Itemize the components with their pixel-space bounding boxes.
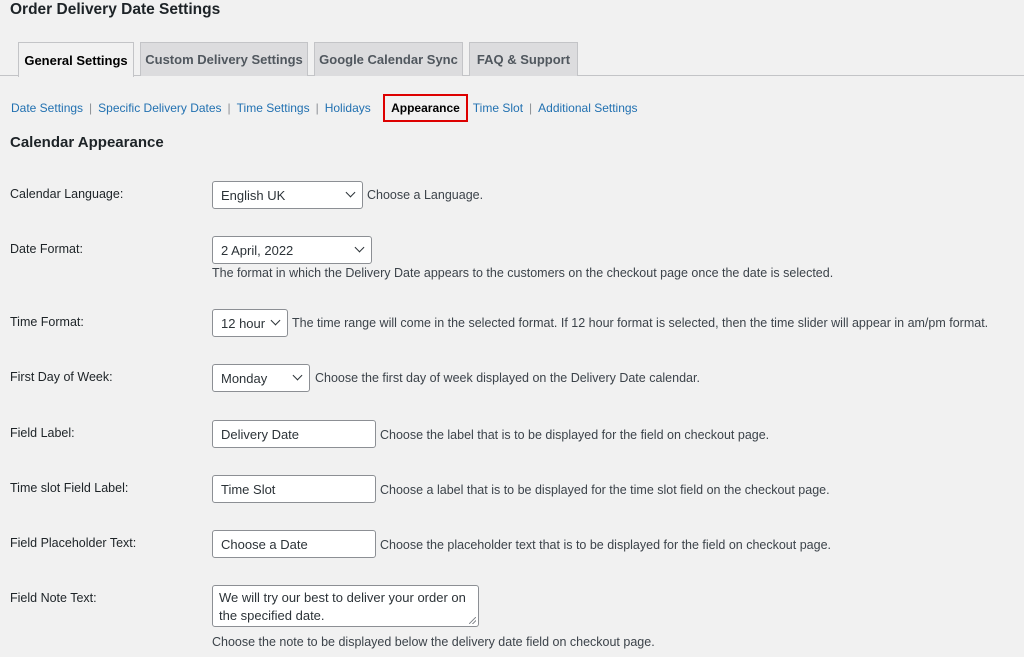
placeholder-label: Field Placeholder Text: bbox=[10, 536, 137, 550]
time-slot-label-label: Time slot Field Label: bbox=[10, 481, 129, 495]
subnav-time-settings[interactable]: Time Settings bbox=[237, 101, 310, 115]
subnav-time-slot[interactable]: Time Slot bbox=[473, 101, 523, 115]
subnav-separator: | bbox=[227, 101, 231, 115]
subnav-separator: | bbox=[315, 101, 319, 115]
subnav-holidays[interactable]: Holidays bbox=[325, 101, 371, 115]
tab-google-calendar-sync[interactable]: Google Calendar Sync bbox=[314, 42, 463, 76]
subnav-appearance[interactable]: Appearance bbox=[383, 94, 468, 122]
field-label-description: Choose the label that is to be displayed… bbox=[380, 428, 770, 442]
date-format-select[interactable]: 2 April, 2022 bbox=[212, 236, 372, 264]
first-day-value: Monday bbox=[221, 370, 268, 386]
subnav-additional-settings[interactable]: Additional Settings bbox=[538, 101, 637, 115]
field-label-label: Field Label: bbox=[10, 426, 75, 440]
placeholder-input[interactable]: Choose a Date bbox=[212, 530, 376, 558]
note-text-textarea[interactable]: We will try our best to deliver your ord… bbox=[212, 585, 479, 627]
subnav-separator: | bbox=[529, 101, 533, 115]
note-text-label: Field Note Text: bbox=[10, 591, 97, 605]
note-text-value: We will try our best to deliver your ord… bbox=[219, 590, 466, 623]
date-format-description: The format in which the Delivery Date ap… bbox=[212, 266, 834, 280]
first-day-select[interactable]: Monday bbox=[212, 364, 310, 392]
calendar-language-select[interactable]: English UK bbox=[212, 181, 363, 209]
chevron-down-icon bbox=[354, 242, 365, 253]
calendar-language-description: Choose a Language. bbox=[367, 188, 484, 202]
tab-custom-delivery-settings[interactable]: Custom Delivery Settings bbox=[140, 42, 308, 76]
first-day-label: First Day of Week: bbox=[10, 370, 113, 384]
subnav-separator bbox=[377, 101, 380, 115]
calendar-language-value: English UK bbox=[221, 187, 286, 203]
chevron-down-icon bbox=[292, 370, 303, 381]
resize-grip-icon[interactable] bbox=[469, 617, 476, 624]
time-format-description: The time range will come in the selected… bbox=[292, 316, 989, 330]
calendar-language-label: Calendar Language: bbox=[10, 187, 124, 201]
placeholder-description: Choose the placeholder text that is to b… bbox=[380, 538, 831, 552]
time-format-label: Time Format: bbox=[10, 315, 84, 329]
first-day-description: Choose the first day of week displayed o… bbox=[315, 371, 700, 385]
sub-navigation: Date Settings | Specific Delivery Dates … bbox=[11, 94, 638, 122]
note-text-description: Choose the note to be displayed below th… bbox=[212, 635, 655, 649]
chevron-down-icon bbox=[270, 315, 281, 326]
time-format-value: 12 hour bbox=[221, 315, 266, 331]
time-slot-label-input[interactable]: Time Slot bbox=[212, 475, 376, 503]
settings-tabs: General Settings Custom Delivery Setting… bbox=[0, 42, 1024, 77]
subnav-separator: | bbox=[89, 101, 93, 115]
date-format-label: Date Format: bbox=[10, 242, 83, 256]
section-title: Calendar Appearance bbox=[10, 134, 164, 151]
tab-general-settings[interactable]: General Settings bbox=[18, 42, 134, 77]
time-format-select[interactable]: 12 hour bbox=[212, 309, 288, 337]
subnav-date-settings[interactable]: Date Settings bbox=[11, 101, 83, 115]
page-title: Order Delivery Date Settings bbox=[10, 1, 221, 18]
field-label-input[interactable]: Delivery Date bbox=[212, 420, 376, 448]
subnav-specific-delivery-dates[interactable]: Specific Delivery Dates bbox=[98, 101, 221, 115]
chevron-down-icon bbox=[345, 187, 356, 198]
tab-faq-support[interactable]: FAQ & Support bbox=[469, 42, 578, 76]
time-slot-label-description: Choose a label that is to be displayed f… bbox=[380, 483, 830, 497]
date-format-value: 2 April, 2022 bbox=[221, 242, 294, 258]
